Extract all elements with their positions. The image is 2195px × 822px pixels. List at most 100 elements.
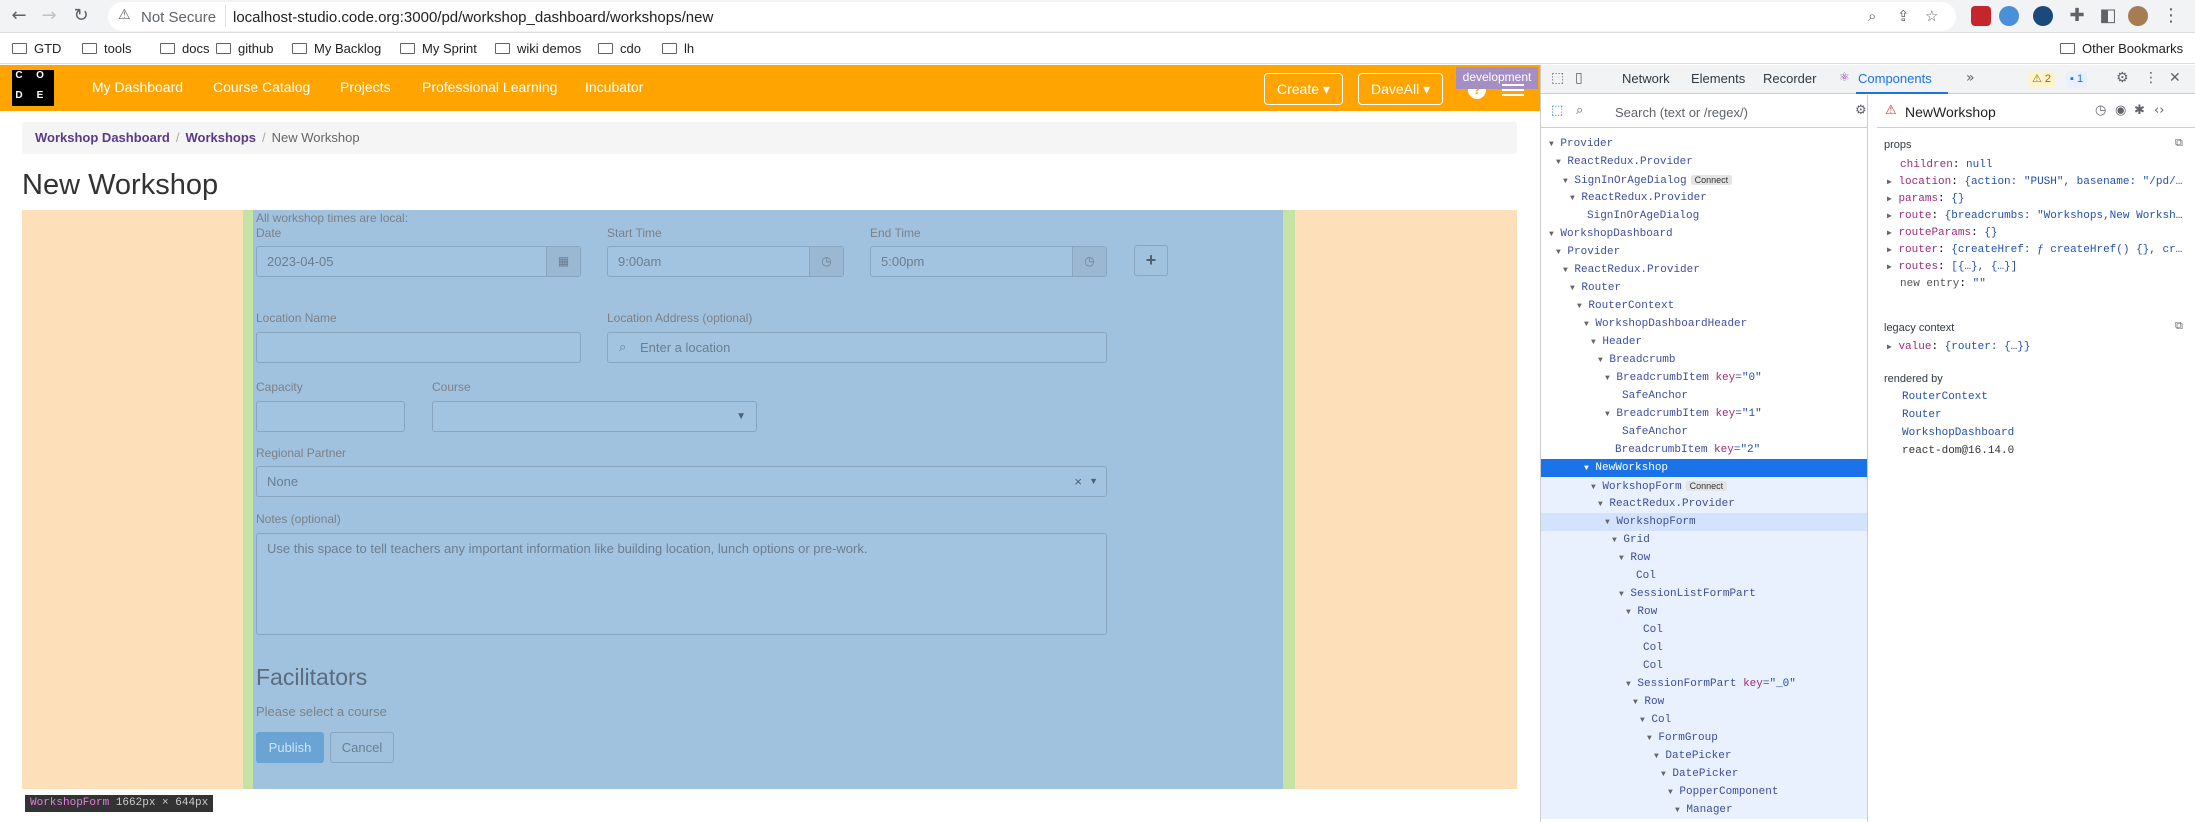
bookmark-item[interactable]: docs bbox=[160, 41, 209, 56]
collapse-arrow-icon[interactable]: ▼ bbox=[1640, 716, 1645, 725]
nav-professional-learning[interactable]: Professional Learning bbox=[422, 79, 557, 95]
tree-node[interactable]: Col bbox=[1541, 639, 1867, 657]
cancel-button[interactable]: Cancel bbox=[330, 732, 394, 763]
copy-icon[interactable]: ⧉ bbox=[2175, 319, 2183, 333]
share-icon[interactable]: ⇪ bbox=[1897, 7, 1910, 25]
tree-node[interactable]: ▼ FormGroup bbox=[1541, 729, 1867, 747]
messages-badge[interactable]: ▪ 1 bbox=[2066, 71, 2088, 88]
tree-node[interactable]: ▼ ReactRedux.Provider bbox=[1541, 495, 1867, 513]
tree-node[interactable]: Col bbox=[1541, 567, 1867, 585]
tree-node[interactable]: ▼ NewWorkshop bbox=[1541, 459, 1867, 477]
regional-partner-select[interactable]: None × ▼ bbox=[256, 466, 1107, 497]
tree-node[interactable]: ▼ Provider bbox=[1541, 135, 1867, 153]
user-menu-button[interactable]: DaveAll ▾ bbox=[1358, 73, 1444, 105]
breadcrumb-workshops[interactable]: Workshops bbox=[185, 130, 256, 145]
puzzle-icon[interactable]: ✚ bbox=[2066, 5, 2088, 27]
collapse-arrow-icon[interactable]: ▼ bbox=[1626, 680, 1631, 689]
prop-row[interactable]: ▶ router: {createHref: ƒ createHref() {}… bbox=[1887, 244, 2182, 256]
expand-arrow-icon[interactable]: ▶ bbox=[1887, 229, 1892, 238]
nav-my-dashboard[interactable]: My Dashboard bbox=[92, 79, 183, 95]
collapse-arrow-icon[interactable]: ▼ bbox=[1647, 734, 1652, 743]
tree-node[interactable]: ▼ Breadcrumb bbox=[1541, 351, 1867, 369]
clear-icon[interactable]: × bbox=[1074, 467, 1082, 496]
collapse-arrow-icon[interactable]: ▼ bbox=[1661, 770, 1666, 779]
eye-icon[interactable]: ◉ bbox=[2115, 103, 2126, 118]
select-element-icon[interactable]: ⬚ bbox=[1551, 103, 1563, 118]
tree-node[interactable]: ▼ DatePicker bbox=[1541, 747, 1867, 765]
bookmark-item[interactable]: lh bbox=[662, 41, 694, 56]
start-time-input[interactable]: 9:00am ◷ bbox=[607, 246, 844, 277]
collapse-arrow-icon[interactable]: ▼ bbox=[1598, 356, 1603, 365]
tree-node[interactable]: ▼ Row bbox=[1541, 603, 1867, 621]
inspect-icon[interactable]: ⬚ bbox=[1551, 70, 1564, 86]
gear-icon[interactable]: ⚙ bbox=[2116, 70, 2129, 86]
extension-icon[interactable] bbox=[1999, 6, 2019, 26]
expand-arrow-icon[interactable]: ▶ bbox=[1887, 195, 1892, 204]
tree-node[interactable]: ▼ ReactRedux.Provider bbox=[1541, 153, 1867, 171]
bug-icon[interactable]: ✱ bbox=[2134, 103, 2145, 118]
expand-arrow-icon[interactable]: ▶ bbox=[1887, 343, 1892, 352]
tree-node[interactable]: ▼ Router bbox=[1541, 279, 1867, 297]
collapse-arrow-icon[interactable]: ▼ bbox=[1570, 194, 1575, 203]
collapse-arrow-icon[interactable]: ▼ bbox=[1605, 410, 1610, 419]
collapse-arrow-icon[interactable]: ▼ bbox=[1549, 140, 1554, 149]
clock-icon[interactable]: ◷ bbox=[1072, 247, 1106, 276]
tree-node[interactable]: ▼ Col bbox=[1541, 711, 1867, 729]
tab-recorder[interactable]: Recorder bbox=[1763, 71, 1816, 86]
reload-icon[interactable]: ↻ bbox=[70, 5, 92, 27]
tree-node[interactable]: ▼ Manager bbox=[1541, 801, 1867, 819]
expand-arrow-icon[interactable]: ▶ bbox=[1887, 178, 1892, 187]
tree-node[interactable]: ▼ BreadcrumbItem key="1" bbox=[1541, 405, 1867, 423]
bookmark-item[interactable]: github bbox=[216, 41, 273, 56]
prop-row[interactable]: ▶ routes: [{…}, {…}] bbox=[1887, 261, 2017, 273]
menu-icon[interactable]: ⋮ bbox=[2160, 5, 2182, 27]
expand-arrow-icon[interactable]: ▶ bbox=[1887, 246, 1892, 255]
code-logo[interactable]: C O D E bbox=[12, 70, 54, 106]
collapse-arrow-icon[interactable]: ▼ bbox=[1668, 788, 1673, 797]
search-icon[interactable]: ⌕ bbox=[1868, 7, 1876, 25]
collapse-arrow-icon[interactable]: ▼ bbox=[1563, 266, 1568, 275]
rendered-by-item[interactable]: WorkshopDashboard bbox=[1902, 427, 2014, 439]
tab-elements[interactable]: Elements bbox=[1691, 71, 1745, 86]
tab-components[interactable]: Components bbox=[1858, 71, 1932, 86]
tree-node[interactable]: Col bbox=[1541, 621, 1867, 639]
prop-row[interactable]: ▶ location: {action: "PUSH", basename: "… bbox=[1887, 176, 2182, 188]
sidebar-icon[interactable]: ◧ bbox=[2097, 5, 2119, 27]
calendar-icon[interactable]: ▦ bbox=[546, 247, 580, 276]
tree-node[interactable]: ▼ RouterContext bbox=[1541, 297, 1867, 315]
rendered-by-item[interactable]: RouterContext bbox=[1902, 391, 1988, 403]
tree-node[interactable]: ▼ ReactRedux.Provider bbox=[1541, 261, 1867, 279]
tree-node[interactable]: ▼ WorkshopForm Connect bbox=[1541, 477, 1867, 495]
collapse-arrow-icon[interactable]: ▼ bbox=[1584, 320, 1589, 329]
collapse-arrow-icon[interactable]: ▼ bbox=[1633, 698, 1638, 707]
collapse-arrow-icon[interactable]: ▼ bbox=[1675, 806, 1680, 815]
collapse-arrow-icon[interactable]: ▼ bbox=[1605, 374, 1610, 383]
course-select[interactable]: ▼ bbox=[432, 401, 757, 432]
tree-node[interactable]: ▼ Header bbox=[1541, 333, 1867, 351]
chevron-down-icon[interactable]: ▼ bbox=[1089, 467, 1098, 496]
address-bar[interactable]: ⚠ Not Secure localhost-studio.code.org:3… bbox=[108, 2, 1956, 31]
kebab-icon[interactable]: ⋮ bbox=[2144, 70, 2158, 86]
clock-icon[interactable]: ◷ bbox=[809, 247, 843, 276]
more-tabs-icon[interactable]: » bbox=[1966, 70, 1975, 86]
collapse-arrow-icon[interactable]: ▼ bbox=[1563, 177, 1568, 186]
tree-node[interactable]: ▼ Provider bbox=[1541, 243, 1867, 261]
tree-node[interactable]: BreadcrumbItem key="2" bbox=[1541, 441, 1867, 459]
forward-icon[interactable]: → bbox=[38, 5, 60, 27]
collapse-arrow-icon[interactable]: ▼ bbox=[1577, 302, 1582, 311]
collapse-arrow-icon[interactable]: ▼ bbox=[1591, 338, 1596, 347]
prop-row[interactable]: new entry: "" bbox=[1887, 278, 1986, 290]
copy-icon[interactable]: ⧉ bbox=[2175, 136, 2183, 150]
collapse-arrow-icon[interactable]: ▼ bbox=[1556, 158, 1561, 167]
collapse-arrow-icon[interactable]: ▼ bbox=[1626, 608, 1631, 617]
collapse-arrow-icon[interactable]: ▼ bbox=[1556, 248, 1561, 257]
collapse-arrow-icon[interactable]: ▼ bbox=[1619, 590, 1624, 599]
bookmark-item[interactable]: tools bbox=[82, 41, 131, 56]
extension-icon[interactable] bbox=[2033, 6, 2053, 26]
collapse-arrow-icon[interactable]: ▼ bbox=[1612, 536, 1617, 545]
collapse-arrow-icon[interactable]: ▼ bbox=[1584, 464, 1589, 473]
rendered-by-item[interactable]: Router bbox=[1902, 409, 1942, 421]
tree-node[interactable]: ▼ ReactRedux.Provider bbox=[1541, 189, 1867, 207]
bookmark-item[interactable]: My Backlog bbox=[292, 41, 381, 56]
collapse-arrow-icon[interactable]: ▼ bbox=[1605, 518, 1610, 527]
